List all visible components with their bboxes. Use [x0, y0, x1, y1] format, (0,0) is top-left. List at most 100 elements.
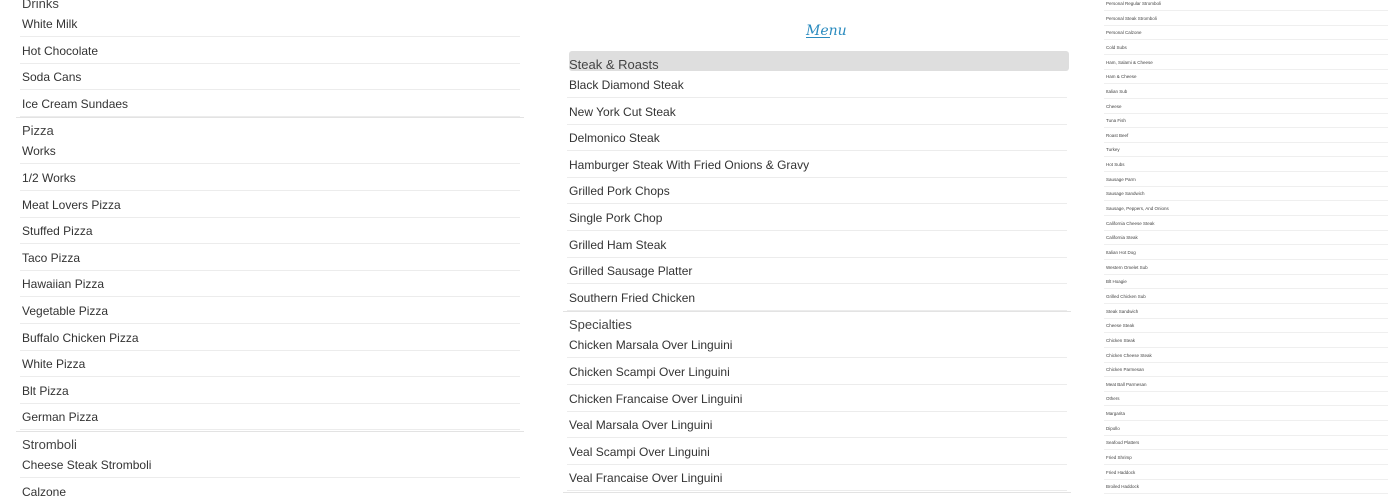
menu-item[interactable]: Stuffed Pizza: [22, 224, 93, 238]
menu-item[interactable]: Hot Chocolate: [22, 44, 98, 58]
item-divider: [20, 89, 520, 91]
menu-item[interactable]: Works: [22, 144, 56, 158]
menu-item[interactable]: Veal Francaise Over Linguini: [569, 471, 722, 485]
right-menu-item[interactable]: Cheese: [1106, 104, 1122, 109]
right-menu-item[interactable]: Italian Sub: [1106, 89, 1127, 94]
right-menu-item[interactable]: Dipollo: [1106, 426, 1120, 431]
right-item-divider: [1104, 53, 1388, 55]
right-item-divider: [1104, 185, 1388, 187]
menu-title-underline: [806, 37, 830, 38]
menu-item[interactable]: German Pizza: [22, 410, 98, 424]
right-menu-item[interactable]: Sausage Parm: [1106, 177, 1136, 182]
right-item-divider: [1104, 127, 1388, 129]
category-heading: Steak & Roasts: [569, 57, 659, 72]
right-menu-item[interactable]: California Steak: [1106, 235, 1138, 240]
menu-item[interactable]: Hawaiian Pizza: [22, 277, 104, 291]
menu-item[interactable]: Vegetable Pizza: [22, 304, 108, 318]
right-menu-item[interactable]: Blt Hoagie: [1106, 279, 1127, 284]
right-menu-item[interactable]: Fried Haddock: [1106, 470, 1135, 475]
menu-item[interactable]: White Milk: [22, 17, 77, 31]
right-menu-item[interactable]: Personal Calzone: [1106, 30, 1142, 35]
item-divider: [567, 437, 1067, 439]
right-menu-item[interactable]: Sausage Sandwich: [1106, 191, 1145, 196]
menu-item[interactable]: Taco Pizza: [22, 251, 80, 265]
right-item-divider: [1104, 215, 1388, 217]
right-menu-item[interactable]: Steak Sandwich: [1106, 309, 1138, 314]
menu-item[interactable]: Calzone: [22, 485, 66, 499]
menu-item[interactable]: Buffalo Chicken Pizza: [22, 331, 139, 345]
menu-item[interactable]: Meat Lovers Pizza: [22, 198, 121, 212]
menu-item[interactable]: Chicken Scampi Over Linguini: [569, 365, 730, 379]
item-divider: [20, 349, 520, 351]
right-item-divider: [1104, 302, 1388, 304]
menu-item[interactable]: Ice Cream Sundaes: [22, 97, 128, 111]
menu-item[interactable]: Chicken Marsala Over Linguini: [569, 338, 732, 352]
right-menu-item[interactable]: Italian Hot Dog: [1106, 250, 1136, 255]
right-menu-item[interactable]: Meat Ball Parmesan: [1106, 382, 1147, 387]
right-item-divider: [1104, 39, 1388, 41]
right-item-divider: [1104, 24, 1388, 26]
item-divider: [567, 123, 1067, 125]
category-heading: Specialties: [569, 317, 632, 333]
right-menu-item[interactable]: Tuna Fish: [1106, 118, 1126, 123]
right-menu-item[interactable]: Others: [1106, 396, 1120, 401]
right-menu-item[interactable]: Grilled Chicken Sub: [1106, 294, 1146, 299]
menu-item[interactable]: Soda Cans: [22, 70, 81, 84]
item-divider: [567, 176, 1067, 178]
right-item-divider: [1104, 361, 1388, 363]
right-menu-item[interactable]: Chicken Steak: [1106, 338, 1135, 343]
right-item-divider: [1104, 376, 1388, 378]
menu-item[interactable]: Chicken Francaise Over Linguini: [569, 392, 742, 406]
right-menu-item[interactable]: Chicken Parmesan: [1106, 367, 1144, 372]
menu-item[interactable]: Veal Marsala Over Linguini: [569, 418, 712, 432]
right-menu-item[interactable]: Broiled Haddock: [1106, 484, 1139, 489]
menu-item[interactable]: Veal Scampi Over Linguini: [569, 445, 710, 459]
menu-item[interactable]: Single Pork Chop: [569, 211, 662, 225]
right-item-divider: [1104, 97, 1388, 99]
right-menu-item[interactable]: Personal Regular Stromboli: [1106, 1, 1161, 6]
right-menu-item[interactable]: Roast Beef: [1106, 133, 1128, 138]
right-item-divider: [1104, 464, 1388, 466]
right-item-divider: [1104, 273, 1388, 275]
right-item-divider: [1104, 420, 1388, 422]
right-menu-item[interactable]: Hot Subs: [1106, 162, 1125, 167]
right-item-divider: [1104, 288, 1388, 290]
right-menu-item[interactable]: Cold Subs: [1106, 45, 1127, 50]
menu-item[interactable]: Southern Fried Chicken: [569, 291, 695, 305]
right-item-divider: [1104, 449, 1388, 451]
menu-item[interactable]: Black Diamond Steak: [569, 78, 684, 92]
right-item-divider: [1104, 171, 1388, 173]
category-divider: [563, 492, 1071, 493]
menu-item[interactable]: White Pizza: [22, 357, 85, 371]
right-item-divider: [1104, 317, 1388, 319]
right-item-divider: [1104, 405, 1388, 407]
right-item-divider: [1104, 493, 1388, 495]
right-menu-item[interactable]: Seafood Platters: [1106, 440, 1139, 445]
right-menu-item[interactable]: Western Omelet Sub: [1106, 265, 1148, 270]
right-menu-item[interactable]: Sausage, Peppers, And Onions: [1106, 206, 1169, 211]
menu-item[interactable]: Cheese Steak Stromboli: [22, 458, 151, 472]
menu-item[interactable]: 1/2 Works: [22, 171, 76, 185]
menu-item[interactable]: Hamburger Steak With Fried Onions & Grav…: [569, 158, 809, 172]
item-divider: [567, 384, 1067, 385]
menu-item[interactable]: Delmonico Steak: [569, 131, 660, 145]
right-menu-item[interactable]: Fried Shrimp: [1106, 455, 1132, 460]
right-menu-item[interactable]: Cheese Steak: [1106, 323, 1134, 328]
right-menu-item[interactable]: Turkey: [1106, 147, 1120, 152]
menu-item[interactable]: Blt Pizza: [22, 384, 69, 398]
right-menu-item[interactable]: Chicken Cheese Steak: [1106, 353, 1152, 358]
item-divider: [567, 410, 1067, 412]
right-menu-item[interactable]: Personal Steak Stromboli: [1106, 16, 1157, 21]
menu-item[interactable]: Grilled Sausage Platter: [569, 264, 692, 278]
right-menu-panel: Personal Regular Stromboli Personal Steak…: [1098, 0, 1400, 500]
right-menu-item[interactable]: Ham & Cheese: [1106, 74, 1137, 79]
right-item-divider: [1104, 156, 1388, 158]
menu-item[interactable]: New York Cut Steak: [569, 105, 676, 119]
right-menu-item[interactable]: California Cheese Steak: [1106, 221, 1155, 226]
right-item-divider: [1104, 141, 1388, 143]
menu-item[interactable]: Grilled Ham Steak: [569, 238, 666, 252]
item-divider: [20, 323, 520, 324]
right-menu-item[interactable]: Margarita: [1106, 411, 1125, 416]
menu-item[interactable]: Grilled Pork Chops: [569, 184, 670, 198]
right-menu-item[interactable]: Ham, Salami & Cheese: [1106, 60, 1153, 65]
